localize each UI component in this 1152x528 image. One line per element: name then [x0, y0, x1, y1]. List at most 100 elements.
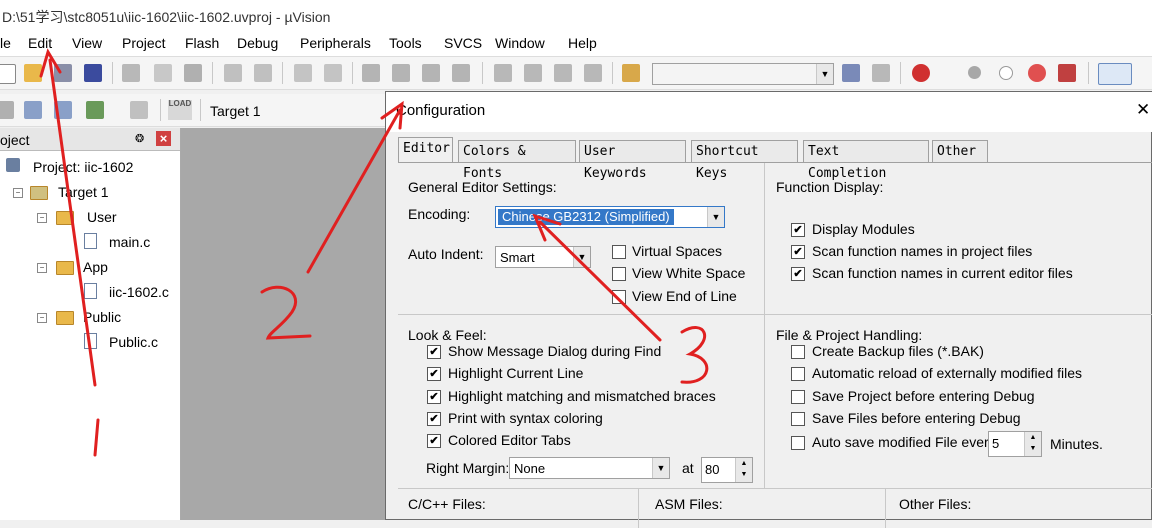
debug-start-icon[interactable]	[912, 64, 930, 82]
incremental-find-icon[interactable]	[872, 64, 890, 82]
create-backup-checkbox[interactable]	[791, 345, 805, 359]
print-syntax-label: Print with syntax coloring	[448, 410, 603, 426]
bookmark-clear-icon[interactable]	[452, 64, 470, 82]
bookmark-next-icon[interactable]	[422, 64, 440, 82]
breakpoint-disable-icon[interactable]	[999, 66, 1013, 80]
close-icon[interactable]: ×	[156, 131, 171, 146]
pin-icon[interactable]: ❂	[135, 132, 144, 145]
auto-reload-label: Automatic reload of externally modified …	[812, 365, 1083, 381]
tree-file-iic[interactable]: iic-1602.c	[109, 284, 169, 300]
tab-colors-fonts[interactable]: Colors & Fonts	[458, 140, 576, 181]
view-end-of-line-checkbox[interactable]	[612, 290, 626, 304]
tree-target[interactable]: Target 1	[58, 184, 109, 200]
print-syntax-checkbox[interactable]: ✔	[427, 412, 441, 426]
breakpoint-kill-icon[interactable]	[1058, 64, 1076, 82]
tree-group-public[interactable]: Public	[83, 309, 121, 325]
breakpoint-icon[interactable]	[968, 66, 981, 79]
save-files-debug-checkbox[interactable]	[791, 412, 805, 426]
uncomment-icon[interactable]	[584, 64, 602, 82]
tab-editor[interactable]: Editor	[398, 137, 453, 162]
dialog-title: Configuration	[396, 102, 486, 119]
colored-tabs-checkbox[interactable]: ✔	[427, 434, 441, 448]
margin-column-spinner[interactable]: 80 ▲ ▼	[701, 457, 753, 483]
menu-window[interactable]: Window	[495, 35, 545, 51]
save-files-debug-label: Save Files before entering Debug	[812, 410, 1021, 426]
translate-icon[interactable]	[0, 101, 14, 119]
collapse-icon[interactable]: −	[13, 188, 23, 198]
menu-help[interactable]: Help	[568, 35, 597, 51]
minutes-label: Minutes.	[1050, 436, 1103, 452]
menu-debug[interactable]: Debug	[237, 35, 278, 51]
build-icon[interactable]	[24, 101, 42, 119]
menu-svcs[interactable]: SVCS	[444, 35, 482, 51]
unindent-icon[interactable]	[524, 64, 542, 82]
target-icon	[30, 186, 48, 200]
auto-reload-checkbox[interactable]	[791, 367, 805, 381]
tree-group-user[interactable]: User	[87, 209, 117, 225]
auto-save-spinner[interactable]: 5 ▲ ▼	[988, 431, 1042, 457]
window-title: D:\51学习\stc8051u\iic-1602\iic-1602.uvpro…	[2, 9, 331, 25]
tab-user-keywords[interactable]: User Keywords	[579, 140, 686, 181]
target-select[interactable]: Target 1	[210, 103, 261, 119]
menu-view[interactable]: View	[72, 35, 102, 51]
paste-icon[interactable]	[184, 64, 202, 82]
tab-text-completion[interactable]: Text Completion	[803, 140, 929, 181]
nav-forward-icon[interactable]	[324, 64, 342, 82]
copy-icon[interactable]	[154, 64, 172, 82]
indent-icon[interactable]	[494, 64, 512, 82]
auto-save-value: 5	[992, 436, 1000, 451]
margin-column-value: 80	[705, 462, 720, 477]
menu-flash[interactable]: Flash	[185, 35, 219, 51]
virtual-spaces-checkbox[interactable]	[612, 245, 626, 259]
scan-editor-checkbox[interactable]: ✔	[791, 267, 805, 281]
find-combo[interactable]: ▼	[652, 63, 834, 85]
scan-project-checkbox[interactable]: ✔	[791, 245, 805, 259]
menu-edit[interactable]: Edit	[28, 35, 52, 51]
menu-project[interactable]: Project	[122, 35, 166, 51]
tree-file-main[interactable]: main.c	[109, 234, 150, 250]
chevron-down-icon: ▼	[816, 64, 833, 84]
tab-shortcut-keys[interactable]: Shortcut Keys	[691, 140, 798, 181]
stop-build-icon[interactable]	[130, 101, 148, 119]
encoding-select[interactable]: Chinese GB2312 (Simplified) ▼	[495, 206, 725, 228]
menu-file[interactable]: le	[0, 35, 11, 51]
comment-icon[interactable]	[554, 64, 572, 82]
find-in-files-icon[interactable]	[622, 64, 640, 82]
breakpoint-clear-icon[interactable]	[1028, 64, 1046, 82]
tree-group-app[interactable]: App	[83, 259, 108, 275]
tree-project[interactable]: Project: iic-1602	[33, 159, 133, 175]
download-load-button[interactable]: LOAD	[168, 100, 192, 120]
view-white-space-checkbox[interactable]	[612, 267, 626, 281]
undo-icon[interactable]	[224, 64, 242, 82]
collapse-icon[interactable]: −	[37, 213, 47, 223]
redo-icon[interactable]	[254, 64, 272, 82]
auto-indent-select[interactable]: Smart ▼	[495, 246, 591, 268]
find-icon[interactable]	[842, 64, 860, 82]
menu-peripherals[interactable]: Peripherals	[300, 35, 371, 51]
right-margin-select[interactable]: None ▼	[509, 457, 670, 479]
menu-tools[interactable]: Tools	[389, 35, 422, 51]
open-folder-icon[interactable]	[24, 64, 42, 82]
auto-save-checkbox[interactable]	[791, 436, 805, 450]
bookmark-icon[interactable]	[362, 64, 380, 82]
tree-file-public[interactable]: Public.c	[109, 334, 158, 350]
collapse-icon[interactable]: −	[37, 313, 47, 323]
save-all-icon[interactable]	[84, 64, 102, 82]
close-icon[interactable]: ✕	[1136, 100, 1150, 120]
show-message-dialog-checkbox[interactable]: ✔	[427, 345, 441, 359]
save-project-debug-checkbox[interactable]	[791, 390, 805, 404]
collapse-icon[interactable]: −	[37, 263, 47, 273]
save-icon[interactable]	[54, 64, 72, 82]
display-modules-checkbox[interactable]: ✔	[791, 223, 805, 237]
bookmark-prev-icon[interactable]	[392, 64, 410, 82]
batch-build-icon[interactable]	[86, 101, 104, 119]
window-layout-icon[interactable]	[1098, 63, 1132, 85]
rebuild-icon[interactable]	[54, 101, 72, 119]
nav-back-icon[interactable]	[294, 64, 312, 82]
cut-icon[interactable]	[122, 64, 140, 82]
new-file-icon[interactable]	[0, 64, 16, 84]
tab-other[interactable]: Other	[932, 140, 988, 162]
highlight-current-line-checkbox[interactable]: ✔	[427, 367, 441, 381]
load-label: LOAD	[168, 99, 192, 108]
highlight-braces-checkbox[interactable]: ✔	[427, 390, 441, 404]
